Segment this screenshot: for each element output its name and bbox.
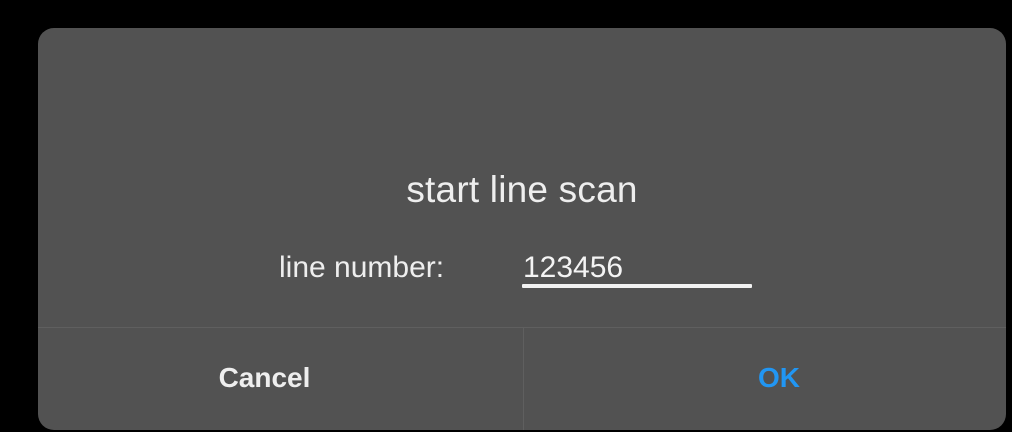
line-number-input-underline: [522, 284, 752, 288]
cancel-button[interactable]: Cancel: [38, 328, 523, 430]
ok-button[interactable]: OK: [524, 328, 1006, 430]
ok-button-label: OK: [758, 362, 800, 393]
start-line-scan-dialog: start line scan line number: Cancel OK: [38, 28, 1006, 430]
dialog-title: start line scan: [406, 169, 638, 210]
line-number-label: line number:: [279, 251, 445, 284]
cancel-button-label: Cancel: [218, 362, 311, 393]
status-bar-strip: [0, 0, 1012, 10]
